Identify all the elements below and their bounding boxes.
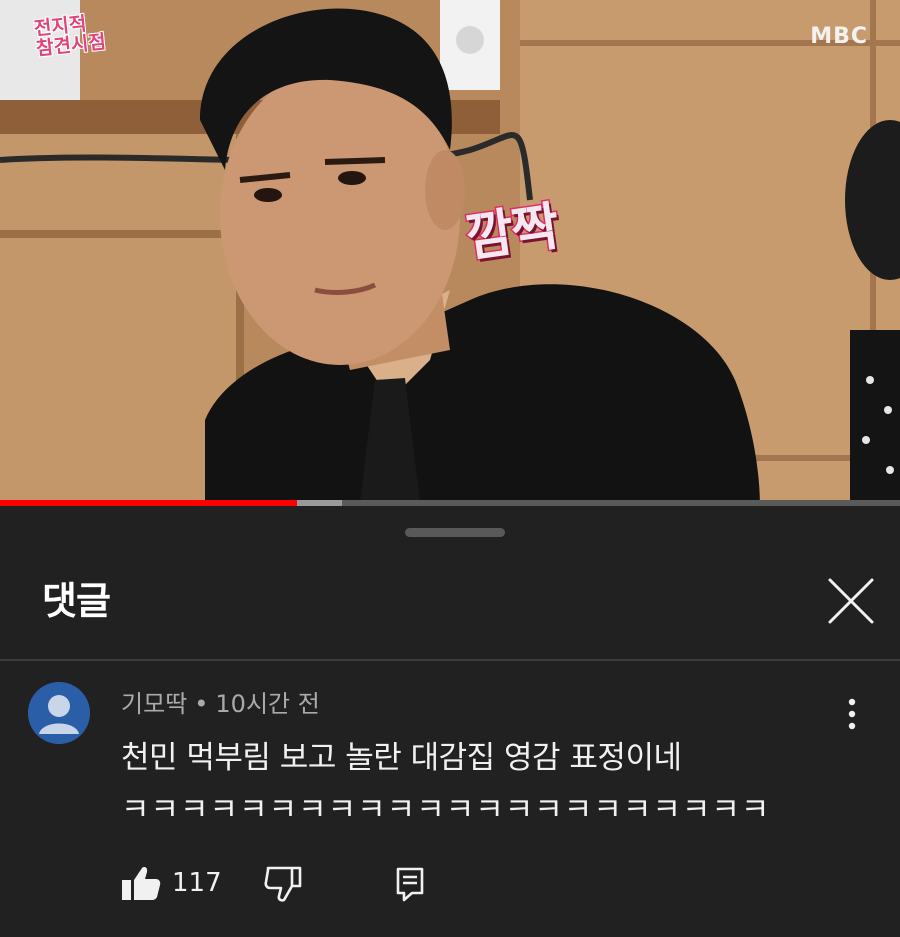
thumbs-down-icon: [264, 866, 302, 902]
show-logo: 전지적 참견시점: [33, 9, 135, 79]
video-frame: [0, 0, 900, 503]
close-button[interactable]: [820, 570, 882, 632]
default-avatar-icon: [28, 682, 90, 744]
comment-text-line-1: 천민 먹부림 보고 놀란 대감집 영감 표정이네: [121, 740, 682, 776]
comment-text-line-2: ㅋㅋㅋㅋㅋㅋㅋㅋㅋㅋㅋㅋㅋㅋㅋㅋㅋㅋㅋㅋㅋㅋ: [121, 792, 771, 828]
like-count: 117: [172, 868, 222, 898]
drag-handle[interactable]: [405, 528, 505, 537]
reply-button[interactable]: [392, 864, 428, 904]
more-vert-icon: [848, 698, 856, 730]
comment-more-button[interactable]: [834, 694, 870, 734]
video-caption: 깜짝: [461, 195, 563, 270]
avatar[interactable]: [28, 682, 90, 744]
comment-meta: 기모딱 • 10시간 전: [121, 684, 320, 719]
header-divider: [0, 659, 900, 661]
dislike-button[interactable]: [262, 864, 306, 904]
close-icon: [828, 578, 874, 624]
reply-icon: [396, 867, 424, 902]
comments-title: 댓글: [42, 579, 111, 623]
comment-time: 10시간 전: [215, 690, 320, 718]
thumbs-up-icon: [122, 867, 161, 900]
comment-author[interactable]: 기모딱: [121, 690, 187, 718]
comments-sheet: 댓글 기모딱 • 10시간 전 천민 먹부림 보고 놀란 대감집 영감 표정이네 ㅋ…: [0, 506, 900, 937]
broadcaster-logo: MBC: [810, 24, 868, 49]
meta-separator: •: [194, 690, 209, 718]
video-player[interactable]: 전지적 참견시점 MBC 깜짝: [0, 0, 900, 503]
like-button[interactable]: [120, 864, 164, 904]
